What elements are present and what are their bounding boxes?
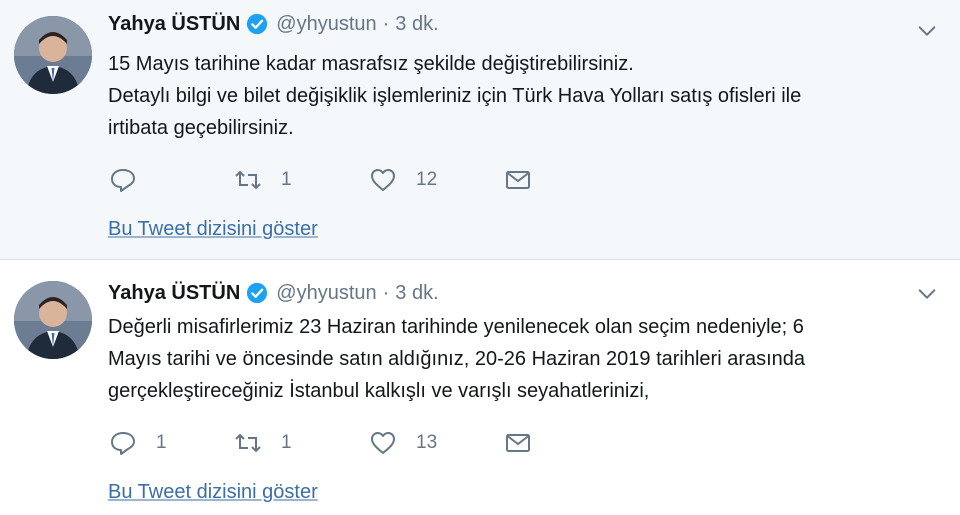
heart-icon: [368, 428, 398, 458]
tweet-header: Yahya ÜSTÜN @yhyustun · 3 dk.: [108, 10, 439, 38]
reply-button[interactable]: [108, 165, 233, 195]
tweet-text-line: Mayıs tarihi ve öncesinde satın aldığını…: [108, 348, 806, 370]
author-handle[interactable]: @yhyustun: [276, 13, 376, 36]
retweet-button[interactable]: 1: [233, 428, 368, 458]
reply-count: 1: [156, 432, 167, 453]
retweet-button[interactable]: 1: [233, 165, 368, 195]
show-thread-link[interactable]: Bu Tweet dizisini göster: [108, 218, 318, 241]
reply-icon: [108, 428, 138, 458]
verified-badge-icon: [246, 13, 268, 35]
envelope-icon: [503, 165, 533, 195]
like-button[interactable]: 12: [368, 165, 503, 195]
verified-badge-icon: [246, 282, 268, 304]
author-name[interactable]: Yahya ÜSTÜN: [108, 13, 240, 36]
tweet-text-line: 15 Mayıs tarihine kadar masrafsız şekild…: [108, 53, 634, 75]
direct-message-button[interactable]: [503, 165, 543, 195]
avatar-image: [14, 16, 92, 94]
separator: ·: [382, 281, 390, 304]
tweet-actions: 1 1 13: [108, 425, 543, 461]
like-count: 13: [416, 432, 438, 453]
tweet-actions: 1 12: [108, 162, 543, 198]
author-handle[interactable]: @yhyustun: [276, 282, 376, 305]
timestamp[interactable]: 3 dk.: [395, 13, 438, 36]
reply-button[interactable]: 1: [108, 428, 233, 458]
envelope-icon: [503, 428, 533, 458]
retweet-icon: [233, 428, 263, 458]
retweet-count: 1: [281, 169, 292, 190]
separator: ·: [382, 12, 390, 35]
tweet-text: 15 Mayıs tarihine kadar masrafsız şekild…: [108, 48, 928, 144]
avatar[interactable]: [14, 16, 92, 94]
show-thread-link[interactable]: Bu Tweet dizisini göster: [108, 481, 318, 504]
avatar-image: [14, 281, 92, 359]
like-count: 12: [416, 169, 438, 190]
chevron-down-icon[interactable]: [916, 20, 938, 42]
tweet-text-line: Değerli misafirlerimiz 23 Haziran tarihi…: [108, 316, 804, 338]
avatar[interactable]: [14, 281, 92, 359]
chevron-down-icon[interactable]: [916, 283, 938, 305]
direct-message-button[interactable]: [503, 428, 543, 458]
reply-icon: [108, 165, 138, 195]
tweet-text: Değerli misafirlerimiz 23 Haziran tarihi…: [108, 311, 928, 407]
tweet[interactable]: Yahya ÜSTÜN @yhyustun · 3 dk. 15 Mayıs t…: [0, 0, 960, 260]
tweet-text-line: irtibata geçebilirsiniz.: [108, 117, 294, 139]
tweet-header: Yahya ÜSTÜN @yhyustun · 3 dk.: [108, 279, 439, 307]
retweet-icon: [233, 165, 263, 195]
retweet-count: 1: [281, 432, 292, 453]
tweet[interactable]: Yahya ÜSTÜN @yhyustun · 3 dk. Değerli mi…: [0, 261, 960, 515]
author-name[interactable]: Yahya ÜSTÜN: [108, 282, 240, 305]
tweet-text-line: gerçekleştireceğiniz İstanbul kalkışlı v…: [108, 380, 650, 402]
like-button[interactable]: 13: [368, 428, 503, 458]
heart-icon: [368, 165, 398, 195]
timestamp[interactable]: 3 dk.: [395, 282, 438, 305]
tweet-text-line: Detaylı bilgi ve bilet değişiklik işleml…: [108, 85, 802, 107]
